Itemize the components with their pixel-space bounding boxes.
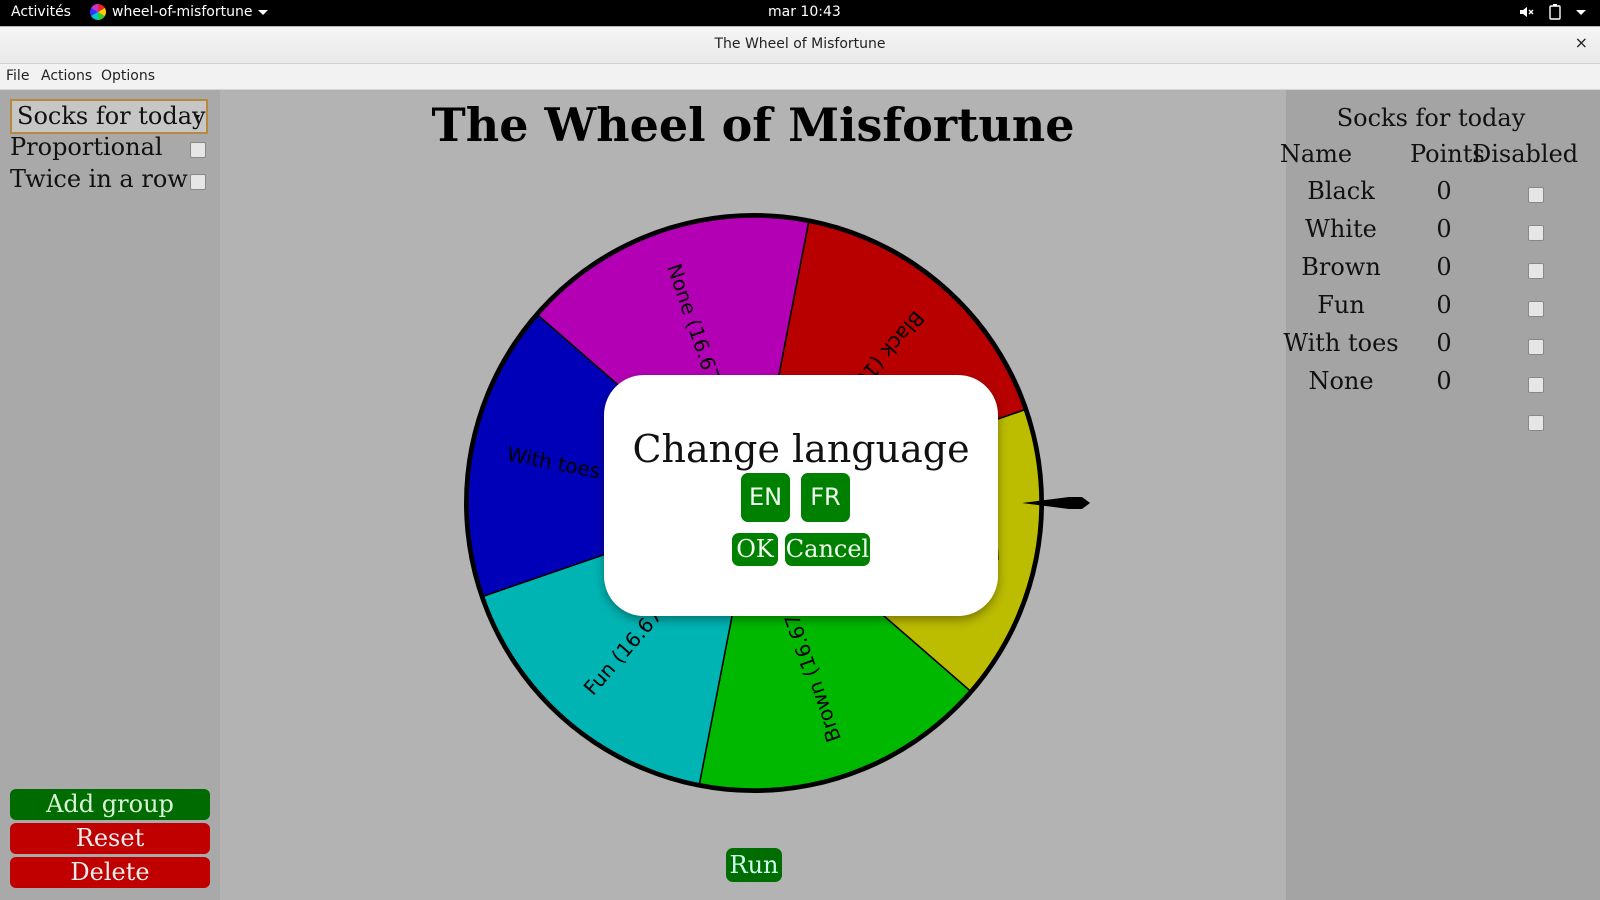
volume-muted-icon — [1520, 7, 1534, 17]
row-disabled-checkbox[interactable] — [1528, 263, 1544, 279]
row-name: With toes — [1283, 329, 1399, 357]
row-name: White — [1305, 215, 1377, 243]
row-points: 0 — [1436, 253, 1452, 281]
row-disabled-checkbox[interactable] — [1528, 339, 1544, 355]
change-language-dialog: Change language EN FR OK Cancel — [604, 375, 998, 616]
delete-button[interactable]: Delete — [10, 857, 210, 888]
window-close-button[interactable]: × — [1575, 33, 1588, 52]
add-group-button[interactable]: Add group — [10, 789, 210, 820]
row-name: Brown — [1301, 253, 1381, 281]
battery-icon — [1549, 4, 1561, 20]
window-title-bar: The Wheel of Misfortune × — [0, 27, 1600, 64]
row-disabled-checkbox[interactable] — [1528, 187, 1544, 203]
column-header-points: Points — [1410, 140, 1485, 168]
left-panel: Socks for today Proportional Twice in a … — [0, 90, 220, 900]
group-select[interactable]: Socks for today — [10, 99, 208, 134]
chevron-down-icon — [258, 9, 269, 15]
row-points: 0 — [1436, 177, 1452, 205]
app-color-wheel-icon — [90, 4, 106, 20]
activities-button[interactable]: Activités — [11, 4, 71, 20]
system-menu-chevron-icon — [1576, 9, 1586, 15]
cancel-button[interactable]: Cancel — [785, 533, 870, 566]
menu-actions[interactable]: Actions — [41, 68, 92, 84]
reset-button[interactable]: Reset — [10, 823, 210, 854]
proportional-label: Proportional — [10, 133, 163, 161]
ok-button[interactable]: OK — [732, 533, 778, 566]
row-disabled-checkbox[interactable] — [1528, 377, 1544, 393]
language-en-button[interactable]: EN — [741, 473, 790, 522]
clock[interactable]: mar 10:43 — [768, 4, 841, 20]
system-tray[interactable] — [1518, 4, 1586, 20]
dialog-title: Change language — [632, 427, 970, 471]
column-header-name: Name — [1279, 140, 1353, 168]
right-panel: Socks for today Name Points Disabled Bla… — [1280, 90, 1600, 900]
group-select-value: Socks for today — [17, 102, 206, 130]
menu-file[interactable]: File — [6, 68, 29, 84]
menu-bar: File Actions Options — [0, 64, 1600, 90]
row-points: 0 — [1436, 329, 1452, 357]
row-disabled-checkbox[interactable] — [1528, 225, 1544, 241]
app-name: wheel-of-misfortune — [112, 4, 253, 20]
window-title: The Wheel of Misfortune — [714, 36, 886, 52]
twice-in-a-row-checkbox[interactable] — [190, 174, 206, 190]
new-row-disabled-checkbox[interactable] — [1528, 415, 1544, 431]
twice-in-a-row-label: Twice in a row — [10, 165, 188, 193]
proportional-checkbox[interactable] — [190, 142, 206, 158]
row-name: None — [1308, 367, 1374, 395]
system-top-bar: Activités wheel-of-misfortune mar 10:43 — [0, 0, 1600, 26]
row-name: Black — [1307, 177, 1375, 205]
row-name: Fun — [1317, 291, 1365, 319]
dropdown-arrow-icon — [194, 115, 200, 120]
app-menu[interactable]: wheel-of-misfortune — [90, 4, 269, 20]
group-title: Socks for today — [1336, 104, 1526, 132]
language-fr-button[interactable]: FR — [801, 473, 850, 522]
menu-options[interactable]: Options — [101, 68, 155, 84]
row-points: 0 — [1436, 291, 1452, 319]
row-points: 0 — [1436, 367, 1452, 395]
row-disabled-checkbox[interactable] — [1528, 301, 1544, 317]
row-points: 0 — [1436, 215, 1452, 243]
column-header-disabled: Disabled — [1472, 140, 1579, 168]
run-button[interactable]: Run — [726, 848, 782, 882]
